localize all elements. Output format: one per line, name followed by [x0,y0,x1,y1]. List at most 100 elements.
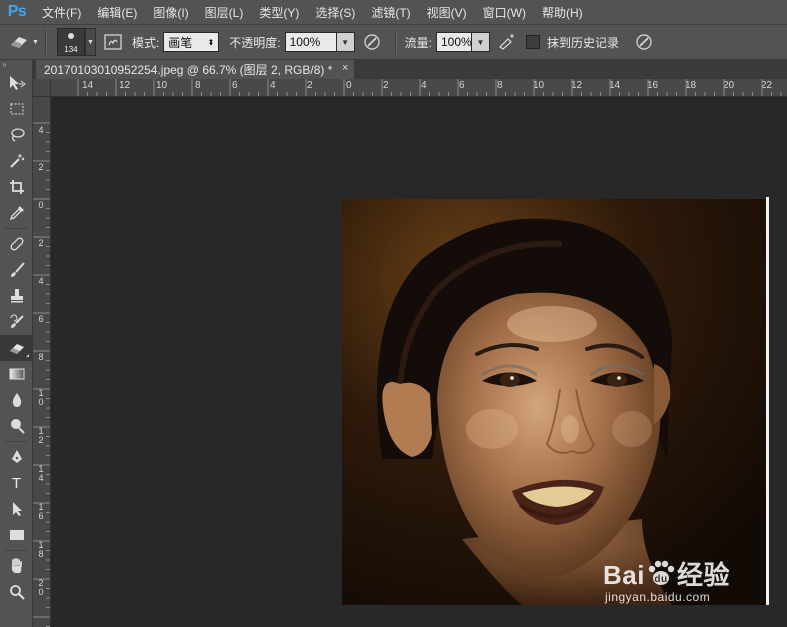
brush-panel-icon [104,34,122,50]
brush-tool[interactable] [0,257,33,283]
brush-panel-toggle[interactable] [102,31,124,53]
menu-filter[interactable]: 滤镜(T) [363,4,418,21]
dodge-icon [10,419,25,434]
marquee-icon [10,103,23,115]
brush-icon [10,262,25,277]
divider [4,550,28,551]
flow-combo[interactable]: 100% ▼ [435,32,490,52]
healing-brush-tool[interactable] [0,231,33,257]
type-tool[interactable]: T [0,470,33,496]
brush-size-preview[interactable]: 134 [56,28,85,56]
pen-pressure-icon [364,34,380,50]
eraser-tool[interactable] [0,335,33,361]
move-tool[interactable] [0,70,33,96]
gradient-tool[interactable] [0,361,33,387]
options-bar: ▼ 134 ▼ 模式: 画笔 ⬍ 不透明度: 100% ▼ 流量: 100% ▼ [0,24,787,60]
paw-icon: du [648,560,675,585]
magic-wand-tool[interactable] [0,148,33,174]
lasso-icon [10,128,25,142]
tools-panel: » T [0,60,33,627]
divider [4,228,28,229]
eyedropper-icon [9,206,24,221]
opacity-combo[interactable]: 100% ▼ [284,32,355,52]
divider [44,30,47,54]
rectangle-tool[interactable] [0,522,33,548]
gradient-icon [9,368,24,380]
updown-icon: ⬍ [207,37,215,47]
divider [394,30,397,54]
clone-stamp-tool[interactable] [0,283,33,309]
portrait-photo [342,199,767,605]
menu-file[interactable]: 文件(F) [34,4,89,21]
menu-help[interactable]: 帮助(H) [534,4,591,21]
zoom-tool[interactable] [0,579,33,605]
erase-to-history-checkbox[interactable] [525,35,540,49]
flow-label: 流量: [404,35,432,50]
opacity-pressure-toggle[interactable] [361,31,383,53]
hand-icon [11,558,22,573]
mode-label: 模式: [131,35,160,50]
type-icon: T [11,474,22,492]
mode-value: 画笔 [168,35,193,50]
airbrush-toggle[interactable] [496,31,518,53]
opacity-input[interactable]: 100% [284,32,337,52]
horizontal-ruler[interactable]: 14 12 10 8 6 4 2 0 2 4 6 8 10 12 14 16 1… [51,79,787,97]
flow-input[interactable]: 100% [435,32,472,52]
eraser-icon [9,344,24,354]
baidu-jingyan-watermark: Bai du 经验 jingyan.baidu.com [603,547,783,605]
tool-preset-picker[interactable]: ▼ [8,34,39,50]
menu-select[interactable]: 选择(S) [307,4,363,21]
menu-layer[interactable]: 图层(L) [197,4,252,21]
opacity-label: 不透明度: [229,35,281,50]
menu-bar: Ps 文件(F) 编辑(E) 图像(I) 图层(L) 类型(Y) 选择(S) 滤… [0,0,787,24]
watermark-brand-suffix: 经验 [676,560,730,590]
svg-text:du: du [654,574,667,585]
document-tabs: 20170103010952254.jpeg @ 66.7% (图层 2, RG… [33,60,787,80]
blur-tool[interactable] [0,387,33,413]
ruler-origin[interactable] [33,79,51,97]
brush-tip-icon [67,33,74,39]
menu-edit[interactable]: 编辑(E) [89,4,145,21]
marquee-tool[interactable] [0,96,33,122]
ruler-ticks [33,122,50,627]
photoshop-logo: Ps [7,3,27,20]
crop-tool[interactable] [0,174,33,200]
vertical-ruler[interactable]: 4 2 0 2 4 6 8 10 12 14 16 18 20 [33,97,51,627]
watermark-url: jingyan.baidu.com [605,590,711,604]
hand-tool[interactable] [0,553,33,579]
chevron-down-icon: ▼ [32,38,39,46]
brush-size-value: 134 [64,45,78,54]
close-icon[interactable]: × [342,62,348,74]
watermark-logo: Bai du 经验 [603,555,730,592]
pen-pressure-size-icon [636,34,652,50]
menu-type[interactable]: 类型(Y) [251,4,307,21]
document-tab-title: 20170103010952254.jpeg @ 66.7% (图层 2, RG… [44,63,333,77]
move-icon [9,76,26,90]
rectangle-icon [9,530,24,540]
panel-grip-icon[interactable]: » [0,60,32,70]
flow-dropdown-arrow[interactable]: ▼ [471,32,490,52]
document-canvas[interactable]: Bai du 经验 jingyan.baidu.com [51,97,787,627]
size-pressure-toggle[interactable] [633,31,655,53]
dodge-tool[interactable] [0,413,33,439]
menu-image[interactable]: 图像(I) [145,4,196,21]
airbrush-icon [499,34,514,50]
pen-icon [11,450,22,463]
menu-window[interactable]: 窗口(W) [475,4,534,21]
mode-select[interactable]: 画笔 ⬍ [163,32,220,52]
brush-picker-dropdown[interactable]: ▼ [84,28,96,56]
crop-icon [9,180,24,194]
tool-group-indicator [26,354,29,357]
document-tab[interactable]: 20170103010952254.jpeg @ 66.7% (图层 2, RG… [36,60,355,79]
opacity-dropdown-arrow[interactable]: ▼ [336,32,355,52]
menu-view[interactable]: 视图(V) [419,4,475,21]
ruler-ticks [77,79,782,96]
history-brush-icon [10,314,24,328]
eyedropper-tool[interactable] [0,200,33,226]
stamp-icon [10,289,23,303]
history-brush-tool[interactable] [0,309,33,335]
magic-wand-icon [9,154,24,168]
path-selection-tool[interactable] [0,496,33,522]
lasso-tool[interactable] [0,122,33,148]
pen-tool[interactable] [0,444,33,470]
